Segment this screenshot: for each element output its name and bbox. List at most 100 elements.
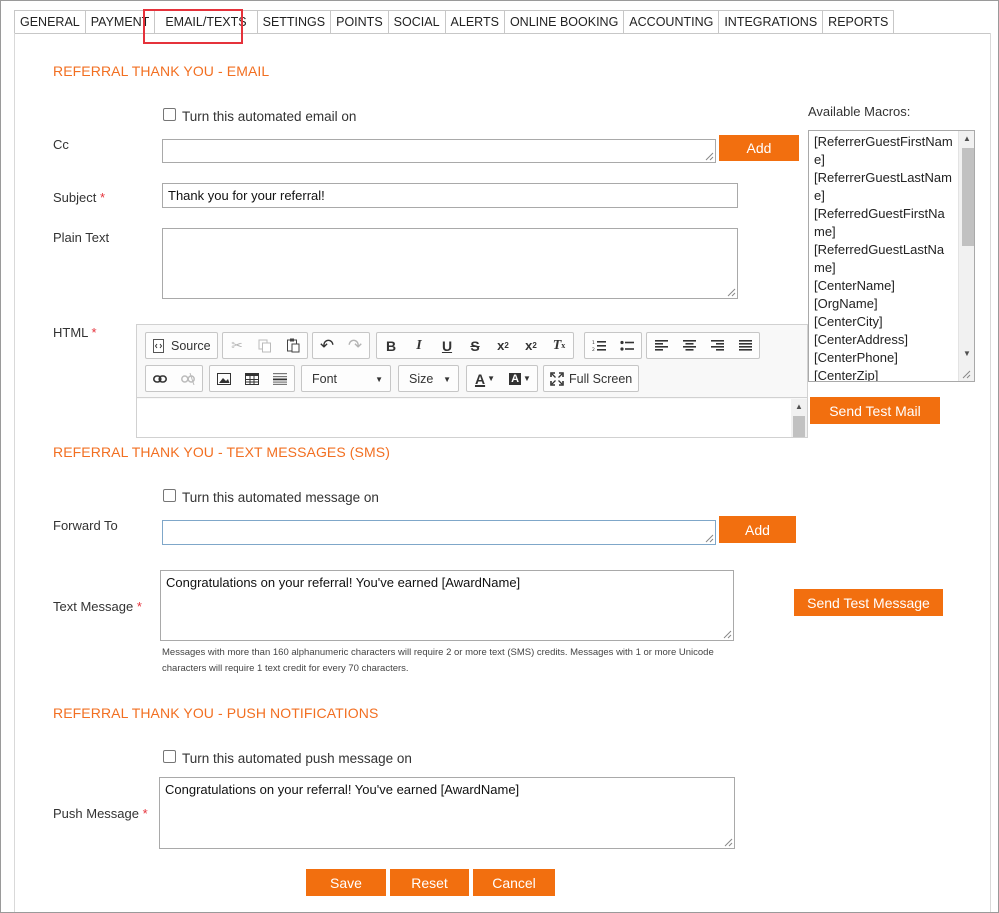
forward-to-label: Forward To [53,518,118,533]
cc-add-button[interactable]: Add [719,135,799,161]
macros-scrollbar[interactable]: ▲ ▼ [958,131,974,381]
cut-icon[interactable]: ✂ [223,333,251,358]
italic-icon[interactable]: I [405,333,433,358]
fullscreen-button[interactable]: Full Screen [544,366,638,391]
push-toggle-checkbox[interactable] [163,750,176,763]
bold-icon[interactable]: B [377,333,405,358]
html-editor: Source ✂ ↶ ↷ B I U S x2 x2 Tx 12 Font ▼ … [136,324,808,438]
panel-border [14,33,15,913]
macros-scroll-thumb[interactable] [962,148,974,246]
send-test-message-button[interactable]: Send Test Message [794,589,943,616]
reset-button[interactable]: Reset [390,869,469,896]
plain-text-label: Plain Text [53,230,110,245]
bulleted-list-icon[interactable] [613,333,641,358]
macro-item[interactable]: [ReferrerGuestLastName] [809,169,954,205]
scroll-up-icon[interactable]: ▲ [795,402,803,411]
plain-text-field[interactable] [162,228,738,299]
macro-item[interactable]: [CenterCity] [809,313,954,331]
macros-list[interactable]: [ReferrerGuestFirstName] [ReferrerGuestL… [808,130,975,382]
sms-toggle-checkbox[interactable] [163,489,176,502]
subscript-icon[interactable]: x2 [489,333,517,358]
cc-label: Cc [53,137,69,152]
numbered-list-icon[interactable]: 12 [585,333,613,358]
text-color-icon[interactable]: A ▼ [467,366,503,391]
redo-icon[interactable]: ↷ [341,333,369,358]
font-select[interactable]: Font ▼ [301,365,391,392]
align-right-icon[interactable] [703,333,731,358]
clipboard-group: ✂ [222,332,308,359]
macro-item[interactable]: [ReferrerGuestFirstName] [809,133,954,169]
macro-item[interactable]: [CenterPhone] [809,349,954,367]
editor-scroll-thumb[interactable] [793,416,805,437]
undo-icon[interactable]: ↶ [313,333,341,358]
scroll-down-icon[interactable]: ▼ [963,350,971,358]
save-button[interactable]: Save [306,869,386,896]
macros-title: Available Macros: [808,104,911,119]
tab-online-booking[interactable]: ONLINE BOOKING [503,10,624,34]
macro-item[interactable]: [ReferredGuestFirstName] [809,205,954,241]
svg-text:2: 2 [592,347,595,352]
subject-input[interactable] [162,183,738,208]
cc-field[interactable] [162,139,716,163]
tab-integrations[interactable]: INTEGRATIONS [718,10,823,34]
tab-social[interactable]: SOCIAL [387,10,445,34]
align-left-icon[interactable] [647,333,675,358]
link-icon[interactable] [146,366,174,391]
macro-item[interactable]: [ReferredGuestLastName] [809,241,954,277]
macro-item[interactable]: [OrgName] [809,295,954,313]
tab-settings[interactable]: SETTINGS [256,10,331,34]
tab-alerts[interactable]: ALERTS [444,10,504,34]
svg-text:1: 1 [592,340,595,346]
send-test-mail-button[interactable]: Send Test Mail [810,397,940,424]
background-color-icon[interactable]: A ▼ [503,366,537,391]
editor-scrollbar[interactable]: ▲ [791,399,807,437]
email-section-title: REFERRAL THANK YOU - EMAIL [53,63,270,79]
justify-icon[interactable] [731,333,759,358]
email-toggle-checkbox[interactable] [163,108,176,121]
tab-divider [14,33,991,34]
insert-group [209,365,295,392]
push-message-field[interactable]: Congratulations on your referral! You've… [159,777,735,849]
copy-icon[interactable] [251,333,279,358]
fullscreen-icon [550,371,564,386]
forward-add-button[interactable]: Add [719,516,796,543]
align-center-icon[interactable] [675,333,703,358]
horizontal-line-icon[interactable] [266,366,294,391]
tab-payment[interactable]: PAYMENT [84,10,155,34]
tab-points[interactable]: POINTS [330,10,388,34]
tab-general[interactable]: GENERAL [14,10,85,34]
forward-to-field[interactable] [162,520,716,545]
strikethrough-icon[interactable]: S [461,333,489,358]
text-message-field[interactable]: Congratulations on your referral! You've… [160,570,734,641]
basic-styles-group: B I U S x2 x2 Tx [376,332,574,359]
remove-format-icon[interactable]: Tx [545,333,573,358]
macro-item[interactable]: [CenterName] [809,277,954,295]
subject-label: Subject * [53,190,106,205]
image-icon[interactable] [210,366,238,391]
cancel-button[interactable]: Cancel [473,869,555,896]
panel-border [990,33,991,913]
list-group: 12 [584,332,642,359]
editor-content-area[interactable]: ▲ [137,399,807,437]
scroll-up-icon[interactable]: ▲ [963,135,971,143]
tab-accounting[interactable]: ACCOUNTING [623,10,719,34]
underline-icon[interactable]: U [433,333,461,358]
macro-item[interactable]: [CenterAddress] [809,331,954,349]
superscript-icon[interactable]: x2 [517,333,545,358]
paste-icon[interactable] [279,333,307,358]
sms-credit-hint: Messages with more than 160 alphanumeric… [162,647,714,674]
tab-email-texts[interactable]: EMAIL/TEXTS [154,10,257,34]
align-group [646,332,760,359]
fullscreen-group: Full Screen [543,365,640,392]
html-label: HTML * [53,325,97,340]
size-select[interactable]: Size ▼ [398,365,459,392]
source-label: Source [171,338,211,353]
macro-item[interactable]: [CenterZip] [809,367,954,381]
color-group: A ▼ A ▼ [466,365,538,392]
email-toggle-label: Turn this automated email on [182,109,357,124]
unlink-icon[interactable] [174,366,202,391]
source-button[interactable]: Source [146,333,217,358]
table-icon[interactable] [238,366,266,391]
tab-reports[interactable]: REPORTS [822,10,895,34]
editor-toolbar: Source ✂ ↶ ↷ B I U S x2 x2 Tx 12 Font ▼ … [137,325,807,398]
